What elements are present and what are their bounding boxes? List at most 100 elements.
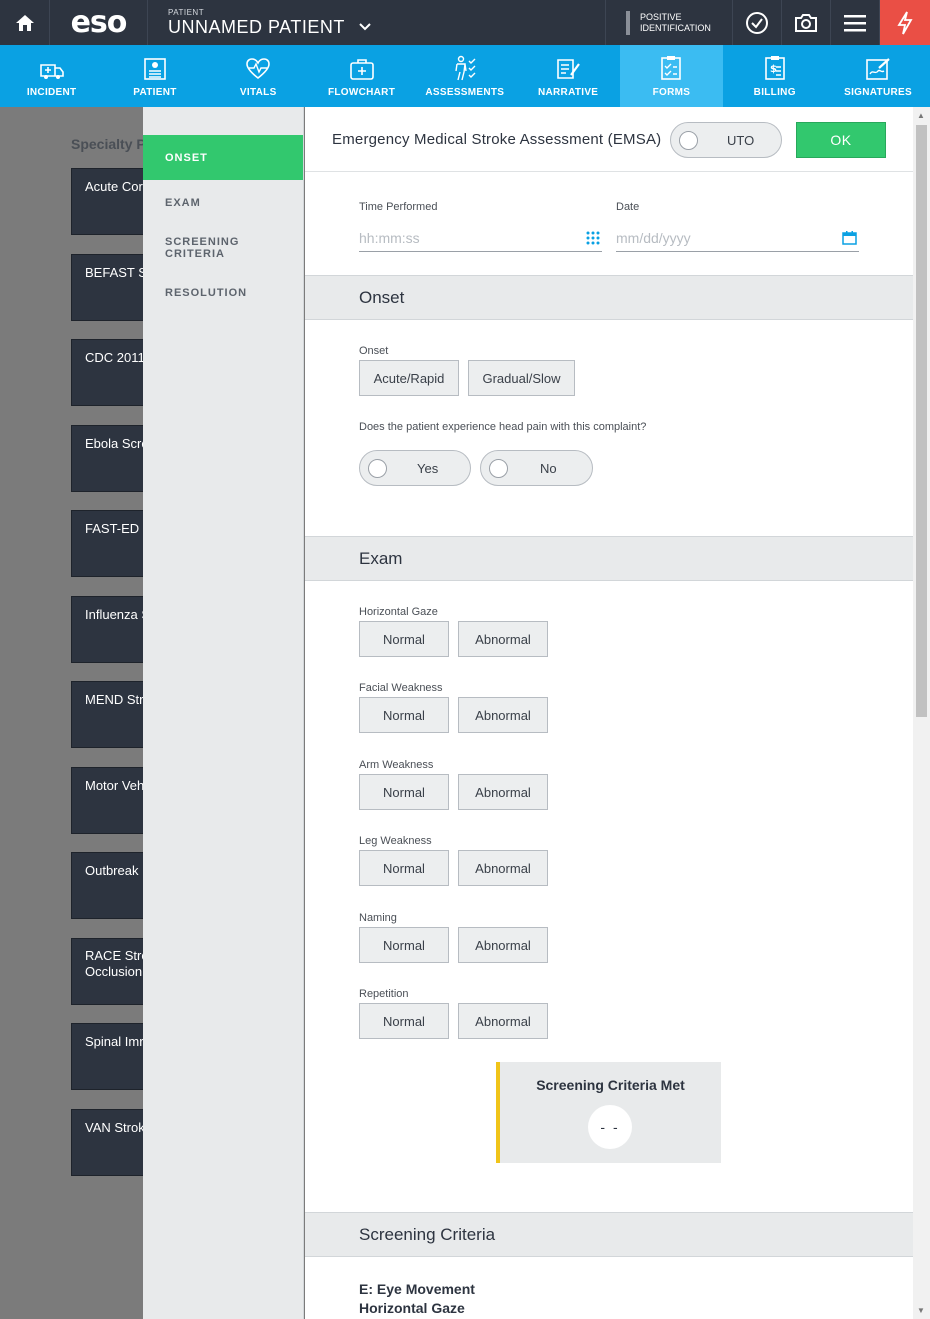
form-panel: Emergency Medical Stroke Assessment (EMS… — [305, 107, 913, 1319]
nav-billing[interactable]: $ BILLING — [723, 45, 826, 107]
positive-identification-button[interactable]: POSITIVE IDENTIFICATION — [606, 0, 733, 45]
menu-button[interactable] — [831, 0, 880, 45]
naming-abnormal-button[interactable]: Abnormal — [458, 927, 548, 963]
specialty-card-label: Spinal Imr — [85, 1034, 144, 1049]
home-button[interactable] — [0, 0, 50, 45]
head-pain-yes-toggle[interactable]: Yes — [359, 450, 471, 486]
yes-label: Yes — [417, 461, 439, 476]
toggle-knob — [679, 131, 698, 150]
medkit-icon — [349, 59, 374, 80]
keypad-icon[interactable] — [586, 231, 600, 245]
nav-label: FORMS — [652, 87, 691, 98]
screening-criteria-section-header: Screening Criteria — [305, 1212, 913, 1257]
eso-logo: eso — [50, 0, 148, 45]
eye-movement-line2: Horizontal Gaze — [359, 1300, 465, 1316]
ambulance-icon — [39, 64, 64, 79]
scrollbar-thumb[interactable] — [916, 125, 927, 717]
nav-flowchart[interactable]: FLOWCHART — [310, 45, 413, 107]
screening-criteria-met-card: Screening Criteria Met - - — [496, 1062, 721, 1163]
uto-toggle[interactable]: UTO — [670, 122, 782, 158]
time-placeholder: hh:mm:ss — [359, 230, 420, 246]
specialty-title: Specialty P — [71, 136, 146, 152]
nav-signatures[interactable]: SIGNATURES — [826, 45, 929, 107]
home-icon — [15, 14, 34, 31]
facial-weakness-abnormal-button[interactable]: Abnormal — [458, 697, 548, 733]
section-onset[interactable]: ONSET — [143, 135, 303, 180]
nav-forms[interactable]: FORMS — [619, 45, 724, 107]
checkmark-circle-icon — [746, 11, 768, 34]
section-exam[interactable]: EXAM — [143, 180, 303, 225]
onset-acute-button[interactable]: Acute/Rapid — [359, 360, 459, 396]
exam-section-title: Exam — [359, 549, 403, 568]
leg-weakness-abnormal-button[interactable]: Abnormal — [458, 850, 548, 886]
arm-weakness-abnormal-button[interactable]: Abnormal — [458, 774, 548, 810]
form-title: Emergency Medical Stroke Assessment (EMS… — [332, 131, 662, 148]
specialty-card-label: Motor Veh — [85, 778, 145, 793]
calendar-icon[interactable] — [842, 231, 857, 245]
body-checklist-icon — [455, 55, 476, 81]
top-bar: eso PATIENT UNNAMED PATIENT POSITIVE IDE… — [0, 0, 930, 45]
form-header: Emergency Medical Stroke Assessment (EMS… — [305, 107, 913, 172]
horizontal-gaze-abnormal-button[interactable]: Abnormal — [458, 621, 548, 657]
specialty-card-label: MEND Stro — [85, 692, 151, 707]
forms-checklist-icon — [661, 56, 682, 80]
radio-knob — [368, 459, 387, 478]
alerts-button[interactable] — [880, 0, 930, 45]
screening-criteria-section-title: Screening Criteria — [359, 1225, 496, 1244]
narrative-pen-icon — [557, 59, 581, 79]
specialty-card-label: BEFAST St — [85, 265, 151, 280]
exam-item-label: Leg Weakness — [359, 835, 432, 847]
camera-button[interactable] — [782, 0, 831, 45]
nav-label: BILLING — [753, 87, 796, 98]
exam-item-label: Facial Weakness — [359, 682, 443, 694]
leg-weakness-normal-button[interactable]: Normal — [359, 850, 449, 886]
nav-incident[interactable]: INCIDENT — [0, 45, 103, 107]
repetition-abnormal-button[interactable]: Abnormal — [458, 1003, 548, 1039]
hamburger-menu-icon — [844, 14, 866, 31]
exam-section-header: Exam — [305, 536, 913, 581]
positive-id-indicator — [626, 10, 630, 35]
specialty-card-label: Ebola Scre — [85, 436, 149, 451]
specialty-card-label: FAST-ED S — [85, 521, 152, 536]
scroll-up-arrow-icon[interactable]: ▲ — [917, 111, 925, 120]
positive-id-line1: POSITIVE — [640, 11, 682, 22]
onset-gradual-button[interactable]: Gradual/Slow — [468, 360, 575, 396]
naming-normal-button[interactable]: Normal — [359, 927, 449, 963]
ok-button[interactable]: OK — [796, 122, 886, 158]
head-pain-no-toggle[interactable]: No — [480, 450, 593, 486]
date-input[interactable]: mm/dd/yyyy — [616, 224, 859, 252]
validate-button[interactable] — [733, 0, 782, 45]
no-label: No — [540, 461, 557, 476]
chevron-down-icon — [359, 23, 371, 31]
criteria-met-value: - - — [588, 1105, 632, 1149]
scroll-down-arrow-icon[interactable]: ▼ — [917, 1306, 925, 1315]
specialty-card-label: Acute Cor — [85, 179, 143, 194]
horizontal-gaze-normal-button[interactable]: Normal — [359, 621, 449, 657]
onset-section-header: Onset — [305, 275, 913, 320]
time-performed-label: Time Performed — [359, 201, 438, 213]
nav-label: ASSESSMENTS — [425, 87, 505, 98]
section-resolution[interactable]: RESOLUTION — [143, 270, 303, 315]
specialty-card-label: CDC 2011 — [85, 350, 145, 365]
section-screening-criteria[interactable]: SCREENING CRITERIA — [143, 225, 303, 270]
nav-narrative[interactable]: NARRATIVE — [516, 45, 619, 107]
specialty-card-label: Influenza S — [85, 607, 151, 622]
exam-item-label: Naming — [359, 912, 397, 924]
section-menu: ONSET EXAM SCREENING CRITERIA RESOLUTION — [143, 107, 304, 1319]
eye-movement-heading: E: Eye Movement Horizontal Gaze — [359, 1280, 475, 1318]
time-performed-input[interactable]: hh:mm:ss — [359, 224, 602, 252]
exam-item-label: Repetition — [359, 988, 409, 1000]
arm-weakness-normal-button[interactable]: Normal — [359, 774, 449, 810]
lightning-bolt-icon — [897, 11, 913, 34]
main-nav: INCIDENT PATIENT VITALS FLOWCHART ASSESS… — [0, 45, 930, 107]
svg-text:$: $ — [770, 64, 777, 75]
facial-weakness-normal-button[interactable]: Normal — [359, 697, 449, 733]
nav-label: VITALS — [239, 87, 277, 98]
nav-assessments[interactable]: ASSESSMENTS — [413, 45, 516, 107]
nav-patient[interactable]: PATIENT — [103, 45, 206, 107]
scrollbar[interactable]: ▲ ▼ — [913, 107, 930, 1319]
patient-selector[interactable]: PATIENT UNNAMED PATIENT — [148, 0, 606, 45]
repetition-normal-button[interactable]: Normal — [359, 1003, 449, 1039]
nav-vitals[interactable]: VITALS — [207, 45, 310, 107]
billing-icon: $ — [764, 56, 785, 80]
